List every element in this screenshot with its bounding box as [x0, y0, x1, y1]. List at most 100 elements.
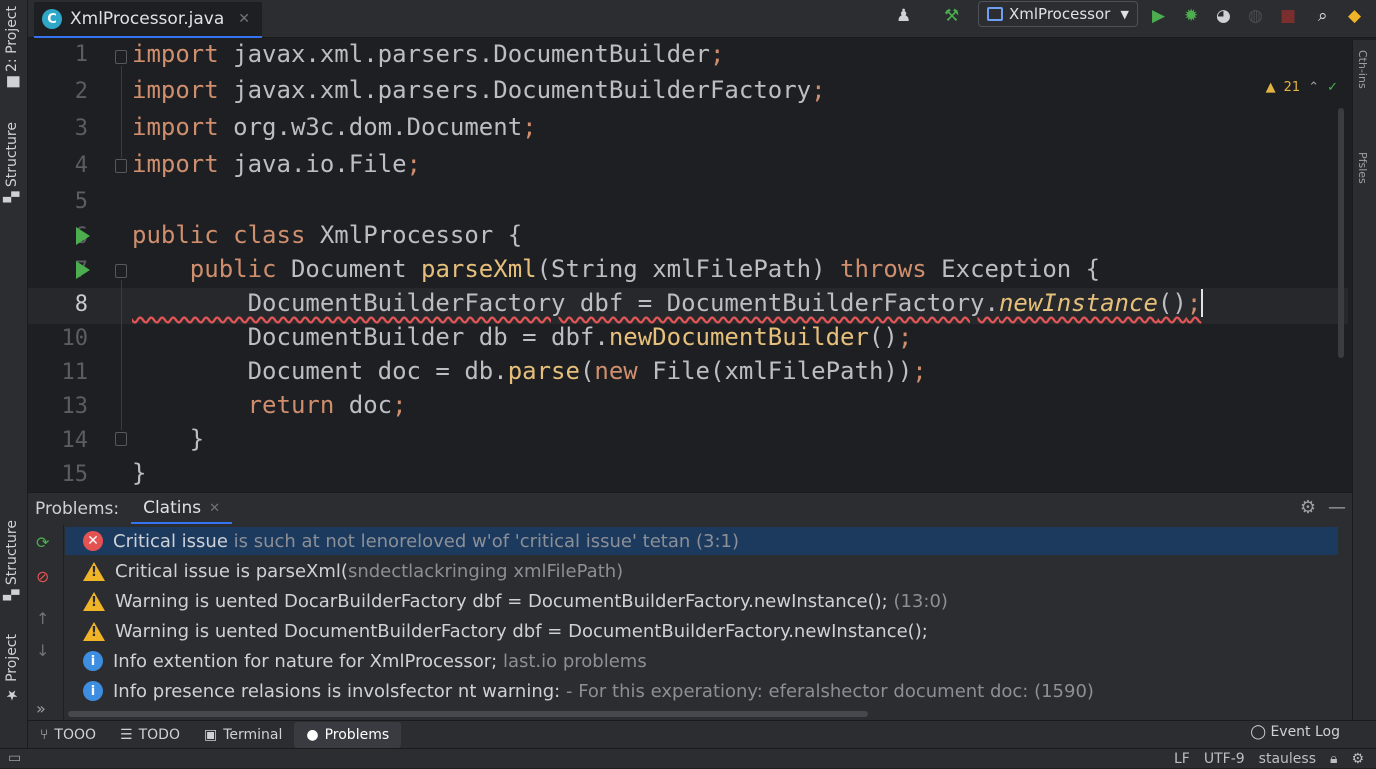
problems-list: ✕ Critical issue is such at not lenorelo…	[65, 525, 1338, 705]
editor-scrollbar[interactable]	[1338, 108, 1344, 358]
event-log-icon: ◯	[1250, 724, 1266, 740]
status-right: LF UTF-9 stauless 🔒︎ ⚙	[1174, 749, 1364, 769]
rerun-icon[interactable]: ⟳	[36, 533, 49, 552]
folder-icon: ▆	[4, 71, 20, 88]
terminal-icon: ▣	[203, 726, 218, 743]
line-number: 10	[61, 326, 89, 351]
code-line[interactable]: Document doc = db.parse(new File(xmlFile…	[132, 357, 927, 385]
problems-tab[interactable]: Clatins ✕	[131, 494, 233, 524]
tool-button-problems[interactable]: ● Problems	[294, 721, 402, 748]
lock-icon[interactable]: 🔒︎	[1330, 751, 1337, 767]
debug-icon[interactable]: ✹	[1184, 2, 1198, 30]
run-config-selector[interactable]: XmlProcessor ▼	[978, 1, 1138, 27]
fold-icon[interactable]	[115, 159, 127, 173]
structure-tool-button-bottom[interactable]: ▚ Structure	[4, 520, 20, 600]
minimize-icon[interactable]: —	[1328, 497, 1346, 518]
code-line[interactable]: DocumentBuilderFactory dbf = DocumentBui…	[132, 289, 1204, 317]
layout-icon[interactable]: ▭	[8, 750, 21, 766]
gear-icon[interactable]: ⚙	[1300, 497, 1316, 518]
structure-tool-button[interactable]: ▚ Structure	[4, 122, 20, 202]
line-number: 3	[74, 116, 88, 141]
editor-tab-bar: C XmlProcessor.java ✕ ♟ ⚒ XmlProcessor ▼…	[28, 0, 1376, 38]
tool-button-todo[interactable]: ☰ TODO	[108, 722, 192, 748]
vcs-status[interactable]: stauless	[1259, 751, 1316, 767]
editor-tab-filename: XmlProcessor.java	[70, 9, 225, 29]
search-icon[interactable]: ⌕	[1318, 2, 1328, 30]
line-number: 4	[74, 153, 88, 178]
profiler-icon[interactable]: ◍	[1248, 2, 1263, 30]
problems-title: Problems:	[35, 499, 120, 519]
warning-icon	[83, 621, 105, 641]
status-bar: ▭ LF UTF-9 stauless 🔒︎ ⚙	[0, 748, 1376, 768]
inspection-widget[interactable]: ▲ 21 ⌃ ✓	[1266, 80, 1338, 95]
structure-icon: ▚	[4, 187, 20, 203]
settings-icon[interactable]: ⚙	[1351, 751, 1364, 767]
code-editor[interactable]: 1 2 3 4 5 6 7 8 10 11 13 14 15 import ja…	[28, 38, 1352, 492]
stop-icon[interactable]: ■	[1280, 2, 1296, 30]
line-number: 13	[61, 394, 89, 419]
code-line[interactable]: DocumentBuilder db = dbf.newDocumentBuil…	[132, 323, 913, 351]
editor-tab[interactable]: C XmlProcessor.java ✕	[34, 2, 263, 38]
build-hammer-icon[interactable]: ⚒	[944, 2, 959, 30]
project-tool-button[interactable]: ▆ 2: Project	[4, 6, 20, 87]
warning-icon	[83, 561, 105, 581]
line-number: 14	[61, 428, 89, 453]
right-tool-strip: Cth-ins Pfsles	[1352, 40, 1376, 720]
problems-tools: ⚙ —	[1300, 497, 1346, 518]
problem-row[interactable]: i Info presence relasions is involsfecto…	[65, 677, 1338, 705]
problem-row[interactable]: ✕ Critical issue is such at not lenorelo…	[65, 527, 1338, 555]
chevron-up-icon[interactable]: ⌃	[1308, 80, 1319, 95]
code-line[interactable]: public Document parseXml(String xmlFileP…	[132, 255, 1100, 283]
close-tab-icon[interactable]: ✕	[238, 11, 250, 27]
problem-row[interactable]: Warning is uented DocarBuilderFactory db…	[65, 587, 1338, 615]
left-tool-strip: ▆ 2: Project ▚ Structure ▚ Structure ★ P…	[0, 0, 28, 768]
tool-button-tooo[interactable]: ⑂ TOOO	[28, 722, 108, 748]
close-icon[interactable]: ✕	[209, 501, 220, 516]
code-line[interactable]: import javax.xml.parsers.DocumentBuilder…	[132, 76, 826, 104]
code-line[interactable]: import org.w3c.dom.Document;	[132, 113, 537, 141]
problems-header: Problems: Clatins ✕ ⚙ —	[28, 493, 1352, 525]
code-line[interactable]: }	[132, 425, 204, 453]
code-line[interactable]: public class XmlProcessor {	[132, 221, 522, 249]
problem-row[interactable]: i Info extention for nature for XmlProce…	[65, 647, 1338, 675]
line-separator[interactable]: LF	[1174, 751, 1190, 767]
chevron-down-icon: ▼	[1120, 7, 1129, 21]
problems-hscrollbar[interactable]	[68, 711, 868, 717]
right-tool-button-2[interactable]: Pfsles	[1356, 152, 1369, 184]
code-line[interactable]: import java.io.File;	[132, 150, 421, 178]
fold-icon[interactable]	[115, 264, 127, 278]
logo-icon[interactable]: ◆	[1348, 2, 1361, 30]
tool-button-terminal[interactable]: ▣ Terminal	[192, 722, 294, 748]
arrow-up-icon[interactable]: ↑	[36, 609, 49, 628]
fold-icon[interactable]	[115, 50, 127, 64]
info-icon: i	[83, 681, 103, 701]
line-number: 2	[74, 79, 88, 104]
fold-guide	[121, 66, 122, 158]
bottom-tool-bar: ⑂ TOOO ☰ TODO ▣ Terminal ● Problems ◯ Event …	[28, 720, 1376, 748]
profile-icon[interactable]: ♟	[896, 2, 911, 30]
problem-row[interactable]: Critical issue is parseXml(sndectlackrin…	[65, 557, 1338, 585]
expand-icon[interactable]: »	[36, 699, 46, 718]
arrow-down-icon[interactable]: ↓	[36, 641, 49, 660]
run-gutter-icon[interactable]	[76, 261, 90, 279]
problems-panel: Problems: Clatins ✕ ⚙ — ⟳ ⊘ ↑ ↓ » ✕ Crit…	[28, 492, 1352, 721]
right-tool-button-1[interactable]: Cth-ins	[1356, 50, 1369, 89]
file-encoding[interactable]: UTF-9	[1204, 751, 1245, 767]
line-number: 5	[74, 189, 88, 214]
code-line[interactable]: }	[132, 459, 146, 487]
code-line[interactable]: import javax.xml.parsers.DocumentBuilder…	[132, 40, 724, 68]
favorites-tool-button[interactable]: ★ Project	[4, 634, 20, 702]
run-gutter-icon[interactable]	[76, 227, 90, 245]
problems-sidebar: ⟳ ⊘ ↑ ↓ »	[28, 525, 64, 721]
code-line[interactable]: return doc;	[132, 391, 407, 419]
warning-count: 2	[1283, 80, 1292, 95]
stop-filter-icon[interactable]: ⊘	[36, 567, 49, 586]
fold-icon[interactable]	[115, 432, 127, 446]
star-icon: ★	[4, 681, 20, 703]
line-number-active: 8	[74, 292, 88, 317]
problem-row[interactable]: Warning is uented DocumentBuilderFactory…	[65, 617, 1338, 645]
event-log-button[interactable]: ◯ Event Log	[1250, 724, 1340, 740]
coverage-icon[interactable]: ◕	[1216, 2, 1231, 30]
warning-icon	[83, 591, 105, 611]
run-icon[interactable]: ▶	[1152, 2, 1165, 30]
